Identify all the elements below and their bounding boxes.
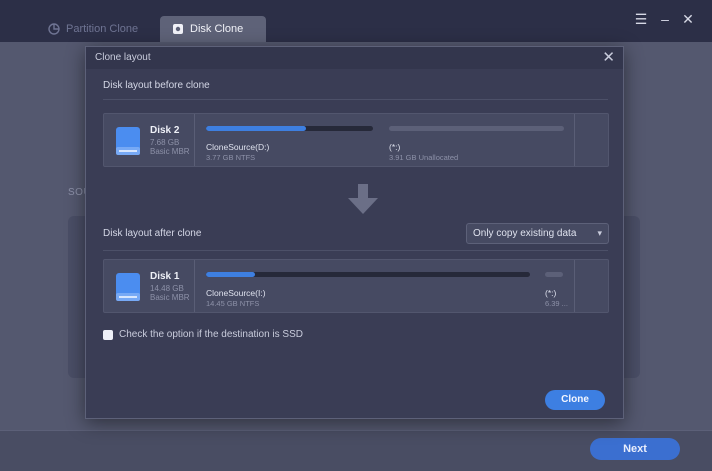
ssd-option[interactable]: Check the option if the destination is S… (103, 329, 303, 340)
disk-icon (115, 272, 141, 307)
partition-label: CloneSource(I:) (206, 288, 266, 298)
minimize-icon[interactable]: – (656, 10, 674, 28)
disk-info: Disk 1 14.48 GB Basic MBR (104, 260, 195, 312)
disk-type: Basic MBR (150, 293, 190, 302)
divider (103, 99, 608, 100)
partition-label: CloneSource(D:) (206, 142, 270, 152)
copy-mode-value: Only copy existing data (473, 228, 577, 239)
partition-detail: 14.45 GB NTFS (206, 299, 260, 308)
disk-icon (115, 126, 141, 161)
tab-disk-clone[interactable]: Disk Clone (160, 16, 266, 42)
clone-layout-dialog: Clone layout ✕ Disk layout before clone … (85, 46, 624, 419)
source-disk-row[interactable]: Disk 2 7.68 GB Basic MBR CloneSource(D:)… (103, 113, 609, 167)
close-icon[interactable]: ✕ (602, 49, 615, 67)
copy-mode-select[interactable]: Only copy existing data ▾ (466, 223, 609, 244)
partition-usage-fill (206, 272, 255, 277)
disk-size: 14.48 GB (150, 284, 184, 293)
chevron-down-icon: ▾ (597, 228, 602, 238)
title-bar: Partition Clone Disk Clone ☰ – ✕ (0, 0, 712, 42)
partition-block[interactable]: (*:) 6.39 ... (535, 260, 575, 312)
disk-info: Disk 2 7.68 GB Basic MBR (104, 114, 195, 166)
ssd-option-label: Check the option if the destination is S… (119, 329, 303, 340)
partition-block[interactable]: (*:) 3.91 GB Unallocated (379, 114, 574, 166)
partition-usage-bar (206, 272, 530, 277)
disk-size: 7.68 GB (150, 138, 180, 147)
disk-clone-icon (172, 23, 184, 35)
ssd-checkbox[interactable] (103, 329, 113, 340)
dialog-title: Clone layout (95, 52, 151, 63)
target-disk-row[interactable]: Disk 1 14.48 GB Basic MBR CloneSource(I:… (103, 259, 609, 313)
partition-detail: 3.77 GB NTFS (206, 153, 256, 162)
partition-usage-bar (206, 126, 373, 131)
partition-block[interactable]: CloneSource(I:) 14.45 GB NTFS (196, 260, 541, 312)
clone-button[interactable]: Clone (545, 390, 605, 410)
after-clone-label: Disk layout after clone (103, 228, 202, 239)
disk-name: Disk 1 (150, 271, 180, 282)
close-window-icon[interactable]: ✕ (679, 10, 697, 28)
menu-icon[interactable]: ☰ (632, 10, 650, 28)
partition-detail: 6.39 ... (545, 299, 568, 308)
row-end-cap (574, 260, 608, 312)
arrow-down-icon (348, 184, 378, 221)
partition-label: (*:) (545, 288, 557, 298)
target-panel (622, 216, 640, 378)
partition-usage-fill (206, 126, 307, 131)
before-clone-label: Disk layout before clone (103, 80, 210, 91)
tab-partition-clone[interactable]: Partition Clone (36, 16, 150, 42)
row-end-cap (574, 114, 608, 166)
divider (103, 250, 608, 251)
dialog-header: Clone layout ✕ (86, 47, 623, 69)
tab-label: Partition Clone (66, 23, 139, 35)
disk-type: Basic MBR (150, 147, 190, 156)
partition-block[interactable]: CloneSource(D:) 3.77 GB NTFS (196, 114, 379, 166)
next-button[interactable]: Next (590, 438, 680, 460)
partition-detail: 3.91 GB Unallocated (389, 153, 459, 162)
partition-label: (*:) (389, 142, 401, 152)
tab-label: Disk Clone (190, 23, 244, 35)
disk-name: Disk 2 (150, 125, 180, 136)
partition-clone-icon (48, 23, 60, 35)
partition-usage-bar (389, 126, 564, 131)
partition-usage-bar (545, 272, 563, 277)
